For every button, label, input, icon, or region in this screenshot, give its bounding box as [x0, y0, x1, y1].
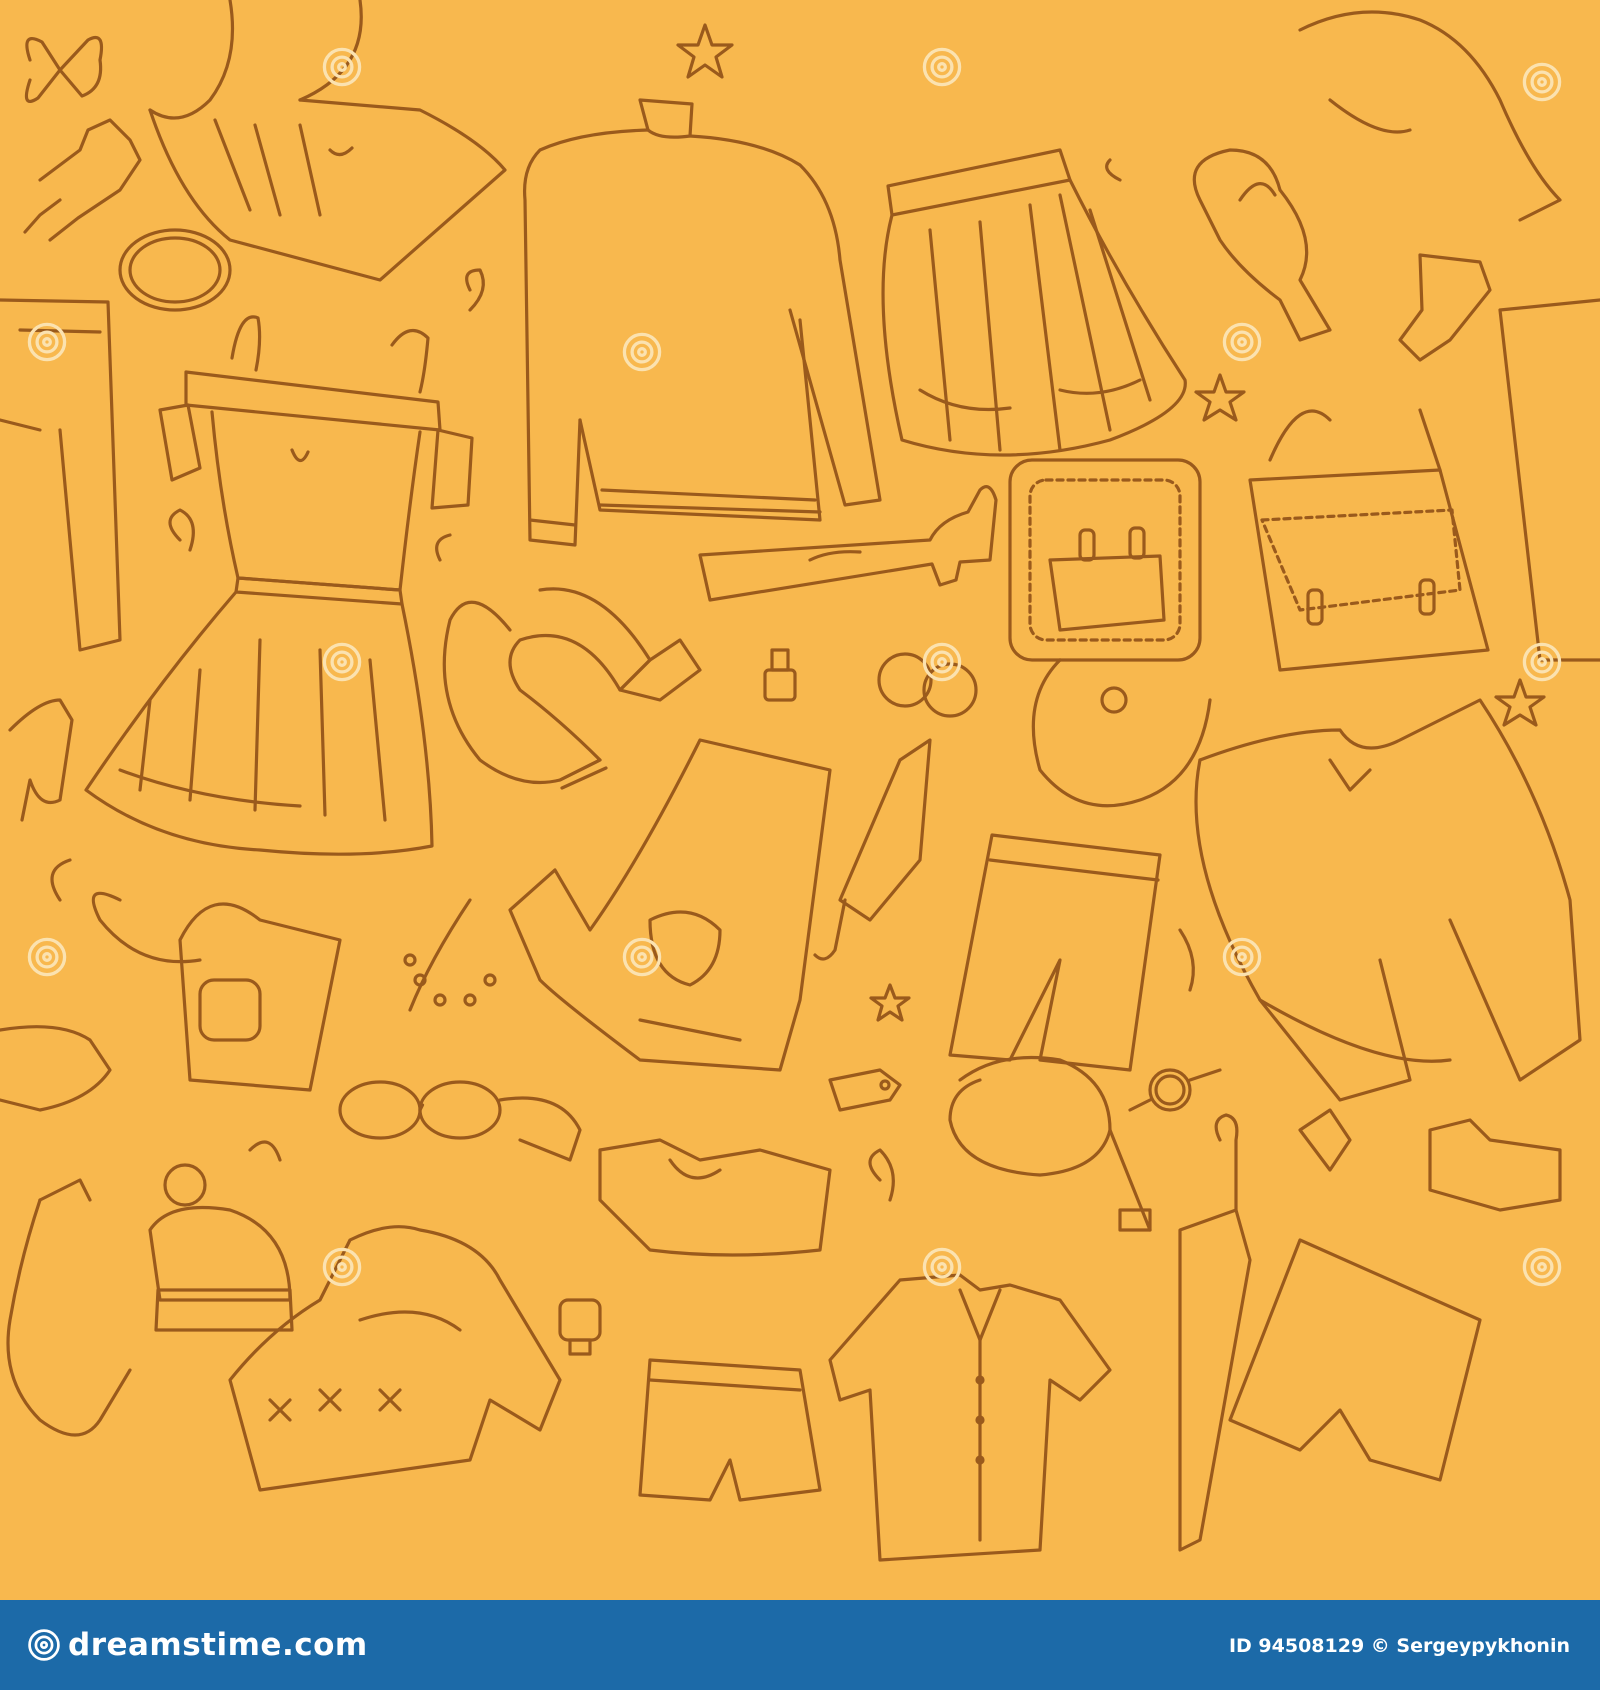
high-heel-doodle	[8, 698, 74, 822]
dreamstime-spiral-logo-icon	[28, 1629, 60, 1661]
skirt-doodle	[881, 148, 1187, 457]
swirl-doodle	[50, 158, 1195, 1202]
watermark-spiral-icon	[1222, 322, 1262, 362]
watermark-spiral-icon	[27, 937, 67, 977]
patterned-blouse-doodle	[228, 1225, 562, 1492]
nail-polish-doodle	[763, 648, 797, 702]
watermark-spiral-icon	[622, 332, 662, 372]
stock-credit-footer: dreamstime.com ID 94508129 © Sergeypykho…	[0, 1600, 1600, 1690]
perfume-bottle-doodle	[558, 1298, 602, 1356]
watermark-spiral-icon	[622, 937, 662, 977]
watermark-spiral-icon	[922, 47, 962, 87]
watermark-spiral-icon	[922, 642, 962, 682]
glove-doodle	[23, 118, 142, 242]
handbag-doodle	[91, 891, 342, 1092]
watermark-spiral-icon	[922, 1247, 962, 1287]
shorts-right-doodle	[1228, 1238, 1482, 1482]
turtleneck-sweater-doodle	[522, 98, 882, 547]
watermark-spiral-icon	[1522, 1247, 1562, 1287]
bow-doodle	[24, 35, 104, 103]
watch-doodle	[1128, 1068, 1222, 1112]
watermark-spiral-icon	[1522, 62, 1562, 102]
infinity-scarf-doodle	[1192, 148, 1332, 342]
long-umbrella-doodle	[1178, 1113, 1252, 1552]
watermark-spiral-icon	[1222, 937, 1262, 977]
scarf-bottom-doodle	[6, 1178, 132, 1437]
sock-doodle	[1398, 253, 1492, 362]
brand-mark[interactable]: dreamstime.com	[26, 1624, 368, 1666]
beanie-hat-doodle	[148, 1163, 294, 1332]
polo-shirt-doodle	[828, 1273, 1112, 1562]
necklace-doodle	[403, 898, 497, 1012]
backpack-doodle	[1008, 458, 1212, 808]
price-tag-doodle	[828, 1068, 1352, 1172]
watermark-spiral-icon	[1522, 642, 1562, 682]
denim-shorts-doodle	[638, 1358, 822, 1502]
watermark-spiral-icon	[322, 1247, 362, 1287]
glove-right-doodle	[1428, 1118, 1562, 1212]
image-credit: ID 94508129 © Sergeypykhonin	[1228, 1635, 1570, 1657]
tank-top-doodle	[598, 1138, 832, 1257]
scarf-doodle	[442, 587, 702, 790]
clothing-doodle-pattern	[0, 0, 1600, 1600]
shorts-doodle	[948, 833, 1162, 1072]
bangle-doodle	[118, 228, 232, 312]
dress-doodle	[84, 315, 474, 856]
messenger-bag-doodle	[1248, 408, 1490, 672]
tshirt-doodle	[508, 738, 832, 1072]
watermark-spiral-icon	[322, 47, 362, 87]
belt-doodle	[948, 1055, 1152, 1232]
sweater-doodle	[1194, 698, 1582, 1102]
hat-doodle	[0, 1025, 112, 1112]
shirt-doodle	[1298, 10, 1562, 222]
blouse-doodle	[148, 0, 507, 282]
watermark-spiral-icon	[27, 322, 67, 362]
umbrella-doodle	[813, 738, 932, 961]
sunglasses-doodle	[338, 1080, 582, 1162]
watermark-spiral-icon	[322, 642, 362, 682]
jeans-right-doodle	[1498, 298, 1600, 662]
brand-name: dreamstime.com	[68, 1627, 368, 1663]
